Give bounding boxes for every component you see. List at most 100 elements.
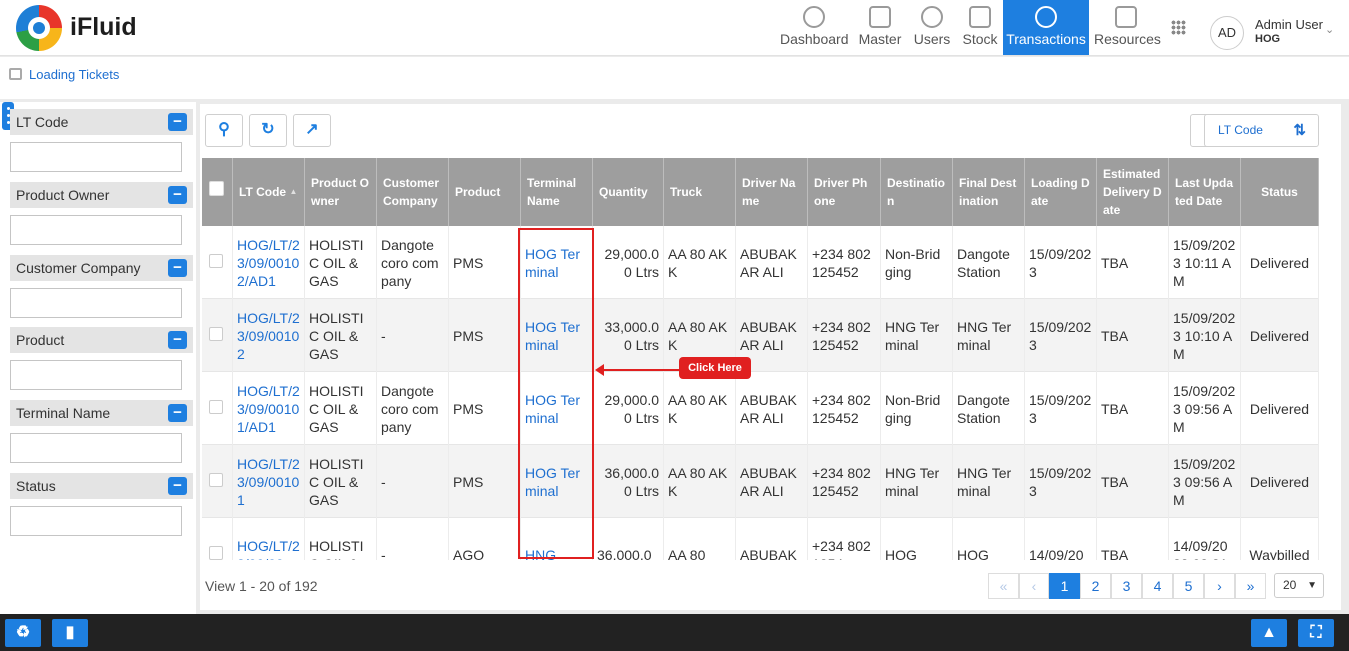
filter-header-product-owner: Product Owner − xyxy=(10,182,193,208)
table-header: LT Code ▲ Product Owner Customer Company… xyxy=(202,158,1319,226)
product-owner-cell: HOLISTIC OIL & GAS xyxy=(305,299,377,372)
table-row[interactable]: HOG/LT/23/09/00102/AD1 HOLISTIC OIL & GA… xyxy=(202,226,1319,299)
page-button[interactable]: 2 xyxy=(1080,573,1111,599)
row-checkbox[interactable] xyxy=(209,400,223,414)
column-header-terminal-name[interactable]: Terminal Name xyxy=(521,158,593,226)
quantity-cell: 36,000.0 xyxy=(593,518,664,560)
export-button[interactable]: ↗ xyxy=(293,114,331,147)
status-badge: Delivered xyxy=(1241,299,1319,372)
column-header-customer-company[interactable]: Customer Company xyxy=(377,158,449,226)
avatar[interactable]: AD xyxy=(1210,16,1244,50)
row-checkbox[interactable] xyxy=(209,327,223,341)
nav-dashboard[interactable]: Dashboard xyxy=(780,0,849,55)
sort-button[interactable]: LT Code ⇅ xyxy=(1204,114,1319,147)
status-badge: Delivered xyxy=(1241,372,1319,445)
column-header-product[interactable]: Product xyxy=(449,158,521,226)
status-badge: Waybilled xyxy=(1241,518,1319,560)
refresh-button[interactable]: ↻ xyxy=(249,114,287,147)
prev-page-button[interactable]: ‹ xyxy=(1019,573,1049,599)
filter-input-terminal-name[interactable] xyxy=(10,433,182,463)
next-page-button[interactable]: › xyxy=(1204,573,1235,599)
destination-cell: HOG xyxy=(881,518,953,560)
table-row[interactable]: HOG/LT/23/09/00102 HOLISTIC OIL & GAS - … xyxy=(202,299,1319,372)
nav-stock[interactable]: Stock xyxy=(960,0,1000,55)
chevron-down-icon[interactable]: ⌄ xyxy=(1325,23,1334,36)
bookmark-button[interactable]: ▮ xyxy=(52,619,88,647)
last-updated-cell: 15/09/2023 09:56 AM xyxy=(1169,372,1241,445)
collapse-minus-icon[interactable]: − xyxy=(168,186,187,204)
lt-code-link[interactable]: HOG/LT/23/09/00102/AD1 xyxy=(233,226,305,299)
nav-transactions[interactable]: Transactions xyxy=(1003,0,1089,55)
lt-code-link[interactable]: HOG/LT/23/09/00 xyxy=(233,518,305,560)
column-header-product-owner[interactable]: Product Owner xyxy=(305,158,377,226)
customer-company-cell: - xyxy=(377,445,449,518)
filter-header-status: Status − xyxy=(10,473,193,499)
column-header-driver-phone[interactable]: Driver Phone xyxy=(808,158,881,226)
row-checkbox[interactable] xyxy=(209,254,223,268)
column-header-status[interactable]: Status xyxy=(1241,158,1319,226)
last-updated-cell: 15/09/2023 09:56 AM xyxy=(1169,445,1241,518)
record-count: View 1 - 20 of 192 xyxy=(205,578,318,594)
row-checkbox[interactable] xyxy=(209,546,223,560)
driver-name-cell: ABUBAKAR ALI xyxy=(736,372,808,445)
column-header-destination[interactable]: Destination xyxy=(881,158,953,226)
column-header-quantity[interactable]: Quantity xyxy=(593,158,664,226)
lt-code-link[interactable]: HOG/LT/23/09/00102 xyxy=(233,299,305,372)
user-name[interactable]: Admin User xyxy=(1255,17,1323,32)
table-row[interactable]: HOG/LT/23/09/00 HOLISTIC OIL & - AGO HNG… xyxy=(202,518,1319,560)
last-page-button[interactable]: » xyxy=(1235,573,1266,599)
fire-button[interactable]: ▲ xyxy=(1251,619,1287,647)
filter-input-lt-code[interactable] xyxy=(10,142,182,172)
collapse-minus-icon[interactable]: − xyxy=(168,331,187,349)
lt-code-link[interactable]: HOG/LT/23/09/00101/AD1 xyxy=(233,372,305,445)
quantity-cell: 36,000.00 Ltrs xyxy=(593,445,664,518)
nav-master[interactable]: Master xyxy=(856,0,904,55)
recycle-button[interactable]: ♻ xyxy=(5,619,41,647)
collapse-minus-icon[interactable]: − xyxy=(168,113,187,131)
filter-input-customer-company[interactable] xyxy=(10,288,182,318)
sort-ascending-icon: ⇅ xyxy=(1293,122,1306,139)
collapse-minus-icon[interactable]: − xyxy=(168,404,187,422)
collapse-minus-icon[interactable]: − xyxy=(168,477,187,495)
page-button[interactable]: 1 xyxy=(1049,573,1080,599)
row-checkbox[interactable] xyxy=(209,473,223,487)
filter-input-status[interactable] xyxy=(10,506,182,536)
page-button[interactable]: 3 xyxy=(1111,573,1142,599)
filter-input-product-owner[interactable] xyxy=(10,215,182,245)
driver-phone-cell: +234 802125452 xyxy=(808,445,881,518)
nav-users[interactable]: Users xyxy=(912,0,952,55)
table-row[interactable]: HOG/LT/23/09/00101 HOLISTIC OIL & GAS - … xyxy=(202,445,1319,518)
last-updated-cell: 14/09/20 23 03:21 xyxy=(1169,518,1241,560)
column-header-final-destination[interactable]: Final Destination xyxy=(953,158,1025,226)
fullscreen-button[interactable]: ⛶ xyxy=(1298,619,1334,647)
column-header-last-updated-date[interactable]: Last Updated Date xyxy=(1169,158,1241,226)
page-title[interactable]: Loading Tickets xyxy=(29,67,119,82)
brand-name[interactable]: iFluid xyxy=(70,13,137,42)
first-page-button[interactable]: « xyxy=(988,573,1019,599)
product-cell: PMS xyxy=(449,372,521,445)
product-cell: AGO xyxy=(449,518,521,560)
column-header-lt-code[interactable]: LT Code ▲ xyxy=(233,158,305,226)
column-header-truck[interactable]: Truck xyxy=(664,158,736,226)
column-header-estimated-delivery-date[interactable]: Estimated Delivery Date xyxy=(1097,158,1169,226)
page-button[interactable]: 4 xyxy=(1142,573,1173,599)
page-size-select[interactable]: 20 ▼ xyxy=(1274,573,1324,598)
nav-resources[interactable]: Resources xyxy=(1094,0,1161,55)
search-button[interactable]: ⚲ xyxy=(205,114,243,147)
table-row[interactable]: HOG/LT/23/09/00101/AD1 HOLISTIC OIL & GA… xyxy=(202,372,1319,445)
click-here-callout: Click Here xyxy=(679,357,751,379)
column-header-driver-name[interactable]: Driver Name xyxy=(736,158,808,226)
column-header-loading-date[interactable]: Loading Date xyxy=(1025,158,1097,226)
callout-line xyxy=(600,369,680,371)
page-button[interactable]: 5 xyxy=(1173,573,1204,599)
ifluid-logo-icon[interactable] xyxy=(16,5,62,51)
driver-name-cell: ABUBAKAR ALI xyxy=(736,445,808,518)
driver-phone-cell: +234 802125452 xyxy=(808,226,881,299)
apps-grid-icon[interactable] xyxy=(1171,20,1186,35)
loading-date-cell: 15/09/2023 xyxy=(1025,445,1097,518)
eta-cell: TBA xyxy=(1097,299,1169,372)
select-all-checkbox[interactable] xyxy=(209,181,224,196)
collapse-minus-icon[interactable]: − xyxy=(168,259,187,277)
lt-code-link[interactable]: HOG/LT/23/09/00101 xyxy=(233,445,305,518)
filter-input-product[interactable] xyxy=(10,360,182,390)
